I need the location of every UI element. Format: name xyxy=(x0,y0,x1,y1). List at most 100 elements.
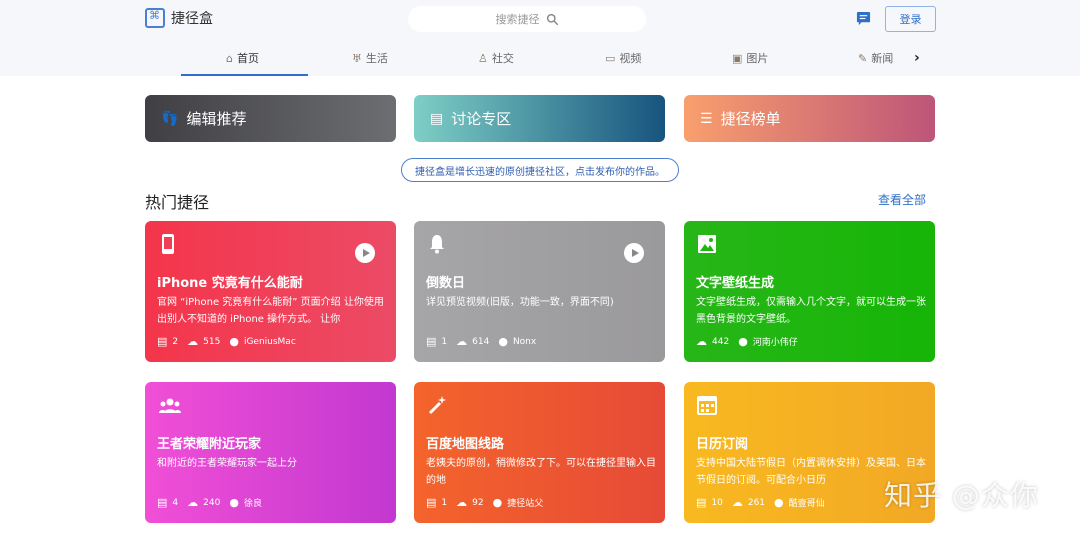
shortcut-card[interactable]: iPhone 究竟有什么能耐 官网 “iPhone 究竟有什么能耐” 页面介绍 … xyxy=(145,221,396,362)
chat-icon: ▤ xyxy=(430,110,444,127)
user-icon: ● xyxy=(774,496,784,509)
card-title: 王者荣耀附近玩家 xyxy=(157,437,262,452)
category-label: 捷径榜单 xyxy=(720,110,781,128)
card-description: 详见预览视频(旧版，功能一致，界面不同) xyxy=(426,297,614,308)
card-title: iPhone 究竟有什么能耐 xyxy=(157,276,303,291)
card-stats: ▤ 10 ☁ 261 ● 酷壹哥仙 xyxy=(696,496,825,509)
category-editor-picks[interactable]: 👣 编辑推荐 xyxy=(145,95,396,142)
comment-icon: ▤ xyxy=(426,496,437,509)
cup-icon: ♅ xyxy=(352,51,362,65)
list-icon: ☰ xyxy=(700,110,713,127)
search-input[interactable]: 搜索捷径 xyxy=(408,6,646,32)
people-icon: ♙ xyxy=(478,51,488,65)
logo-box-icon xyxy=(145,8,165,28)
group-icon xyxy=(159,398,181,413)
comment-count: 1 xyxy=(441,497,448,508)
calendar-icon xyxy=(697,396,717,415)
watermark: 知乎 @众你 xyxy=(884,479,1039,512)
comment-icon: ▤ xyxy=(157,496,168,509)
tab-video[interactable]: ▭ 视频 xyxy=(605,40,641,76)
top-bar: 捷径盒 搜索捷径 登录 ⌂ 首页 ♅ 生活 ♙ 社交 ▭ 视频 ▣ 图片 ✎ 新… xyxy=(0,0,1080,76)
tab-bar: ⌂ 首页 ♅ 生活 ♙ 社交 ▭ 视频 ▣ 图片 ✎ 新闻 › xyxy=(0,40,1080,76)
comment-count: 4 xyxy=(172,497,179,508)
download-count: 261 xyxy=(747,497,766,508)
play-icon[interactable] xyxy=(624,243,644,263)
author-name: 酷壹哥仙 xyxy=(788,499,825,509)
download-count: 614 xyxy=(472,336,490,347)
cloud-download-icon: ☁ xyxy=(731,496,743,509)
tab-label: 图片 xyxy=(746,52,769,65)
user-icon: ● xyxy=(738,335,748,348)
tab-social[interactable]: ♙ 社交 xyxy=(478,40,514,76)
author-name: iGeniusMac xyxy=(243,336,296,347)
card-description: 老姨夫的原创，稍微修改了下。可以在捷径里输入目的地 xyxy=(426,458,656,486)
category-ranking[interactable]: ☰ 捷径榜单 xyxy=(684,95,935,142)
comment-count: 10 xyxy=(711,497,723,508)
tab-home[interactable]: ⌂ 首页 xyxy=(226,40,259,76)
search-icon xyxy=(546,13,558,25)
comment-icon: ▤ xyxy=(696,496,707,509)
download-count: 442 xyxy=(712,336,730,347)
user-icon: ● xyxy=(492,496,503,509)
phone-icon xyxy=(162,234,174,254)
comment-count: 2 xyxy=(172,336,179,347)
news-icon: ✎ xyxy=(858,51,868,65)
tab-picture[interactable]: ▣ 图片 xyxy=(732,40,768,76)
cloud-download-icon: ☁ xyxy=(696,335,707,348)
user-icon: ● xyxy=(229,496,239,509)
cloud-download-icon: ☁ xyxy=(187,496,199,509)
author-name: 捷径站父 xyxy=(507,499,544,509)
user-icon: ● xyxy=(498,335,508,348)
card-stats: ▤ 4 ☁ 240 ● 徐良 xyxy=(157,496,262,509)
card-title: 倒数日 xyxy=(426,276,466,291)
card-description: 官网 “iPhone 究竟有什么能耐” 页面介绍 让你使用出别人不知道的 iPh… xyxy=(157,297,384,325)
card-description: 和附近的王者荣耀玩家一起上分 xyxy=(157,458,297,469)
card-stats: ▤ 2 ☁ 515 ● iGeniusMac xyxy=(157,335,296,348)
category-label: 编辑推荐 xyxy=(186,110,247,128)
cloud-download-icon: ☁ xyxy=(456,496,468,509)
cloud-download-icon: ☁ xyxy=(187,335,199,348)
active-tab-underline xyxy=(181,74,308,76)
home-icon: ⌂ xyxy=(226,51,233,65)
shortcut-card[interactable]: 王者荣耀附近玩家 和附近的王者荣耀玩家一起上分 ▤ 4 ☁ 240 ● 徐良 xyxy=(145,382,396,523)
shortcut-card[interactable]: 倒数日 详见预览视频(旧版，功能一致，界面不同) ▤ 1 ☁ 614 ● Non… xyxy=(414,221,665,362)
footprints-icon: 👣 xyxy=(161,110,179,127)
card-description: 文字壁纸生成，仅需输入几个文字，就可以生成一张黑色背景的文字壁纸。 xyxy=(696,297,926,325)
card-stats: ▤ 1 ☁ 92 ● 捷径站父 xyxy=(426,496,543,509)
notice-banner[interactable]: 捷径盒是增长迅速的原创捷径社区，点击发布你的作品。 xyxy=(401,158,679,182)
logo[interactable]: 捷径盒 xyxy=(145,8,213,28)
category-label: 讨论专区 xyxy=(451,110,512,128)
shortcut-card[interactable]: 文字壁纸生成 文字壁纸生成，仅需输入几个文字，就可以生成一张黑色背景的文字壁纸。… xyxy=(684,221,935,362)
tab-life[interactable]: ♅ 生活 xyxy=(352,40,388,76)
section-title: 热门捷径 xyxy=(145,193,210,212)
user-icon: ● xyxy=(229,335,239,348)
comment-icon: ▤ xyxy=(157,335,168,348)
login-button[interactable]: 登录 xyxy=(885,6,936,32)
card-stats: ☁ 442 ● 河南小伟仔 xyxy=(696,335,798,348)
comment-count: 1 xyxy=(441,336,448,347)
message-icon[interactable] xyxy=(856,11,871,26)
play-icon[interactable] xyxy=(355,243,375,263)
download-count: 240 xyxy=(203,497,221,508)
download-count: 515 xyxy=(203,336,221,347)
comment-icon: ▤ xyxy=(426,335,437,348)
tab-label: 首页 xyxy=(236,52,259,65)
card-title: 日历订阅 xyxy=(696,437,749,452)
bell-icon xyxy=(430,235,444,254)
magic-wand-icon xyxy=(428,396,446,415)
image-icon xyxy=(698,235,716,253)
card-title: 百度地图线路 xyxy=(426,437,505,452)
logo-text: 捷径盒 xyxy=(171,11,213,27)
tab-label: 新闻 xyxy=(871,52,894,65)
download-count: 92 xyxy=(472,497,484,508)
cloud-download-icon: ☁ xyxy=(456,335,468,348)
card-stats: ▤ 1 ☁ 614 ● Nonx xyxy=(426,335,536,348)
chevron-right-icon[interactable]: › xyxy=(914,50,920,66)
picture-icon: ▣ xyxy=(732,51,743,65)
tab-news[interactable]: ✎ 新闻 xyxy=(858,40,893,76)
author-name: 徐良 xyxy=(243,499,262,509)
category-discussion[interactable]: ▤ 讨论专区 xyxy=(414,95,665,142)
video-icon: ▭ xyxy=(605,51,616,65)
see-all-link[interactable]: 查看全部 xyxy=(878,191,926,208)
shortcut-card[interactable]: 百度地图线路 老姨夫的原创，稍微修改了下。可以在捷径里输入目的地 ▤ 1 ☁ 9… xyxy=(414,382,665,523)
